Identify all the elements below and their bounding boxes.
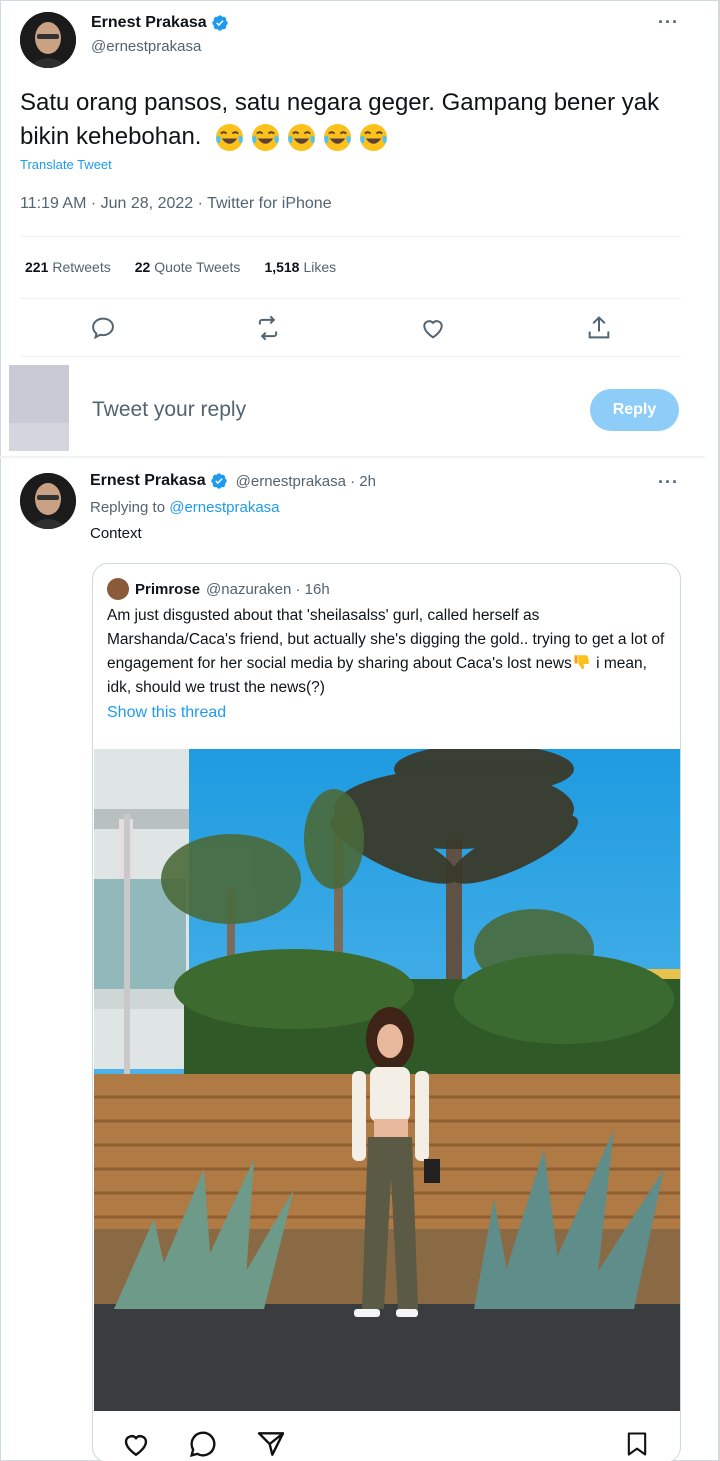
more-options-icon[interactable]: ··· — [658, 472, 679, 493]
quotes-count: 22 — [134, 259, 151, 275]
quote-tweets-stat[interactable]: 22 Quote Tweets — [135, 259, 241, 275]
likes-count: 1,518 — [264, 259, 300, 275]
verified-badge-icon — [210, 473, 227, 489]
current-user-avatar — [9, 365, 69, 451]
face-with-tears-of-joy-icon — [360, 124, 388, 152]
more-options-icon[interactable]: ··· — [658, 12, 679, 33]
retweets-count: 221 — [25, 259, 49, 275]
quoted-photo-actions — [93, 1424, 680, 1461]
quoted-photo[interactable] — [94, 749, 680, 1411]
face-with-tears-of-joy-icon — [216, 124, 244, 152]
retweet-icon[interactable] — [254, 314, 282, 342]
send-icon[interactable] — [255, 1428, 287, 1460]
reply-button[interactable]: Reply — [590, 389, 679, 431]
quoted-author-handle[interactable]: @nazuraken · 16h — [206, 581, 330, 598]
share-icon[interactable] — [585, 314, 613, 342]
divider — [20, 298, 682, 299]
quotes-label: Quote Tweets — [154, 259, 241, 275]
comment-icon[interactable] — [187, 1428, 219, 1460]
quoted-post-card[interactable]: Primrose @nazuraken · 16h Am just disgus… — [92, 563, 681, 1461]
reply-composer: Tweet your reply Reply — [0, 360, 700, 456]
heart-icon[interactable] — [118, 1428, 154, 1460]
replying-to-label: Replying to — [90, 499, 166, 516]
divider — [0, 456, 705, 458]
face-with-tears-of-joy-icon — [288, 124, 316, 152]
divider — [20, 236, 682, 237]
tweet-text: Satu orang pansos, satu negara geger. Ga… — [20, 86, 690, 154]
tweet-stats: 221 Retweets 22 Quote Tweets 1,518 Likes — [25, 259, 336, 275]
author-handle[interactable]: @ernestprakasa — [91, 38, 201, 55]
author-name-text[interactable]: Ernest Prakasa — [91, 14, 207, 32]
translate-tweet-link[interactable]: Translate Tweet — [20, 157, 112, 172]
reply-header: Ernest Prakasa @ernestprakasa · 2h — [90, 472, 376, 490]
reply-author-handle[interactable]: @ernestprakasa · 2h — [236, 473, 376, 490]
replying-to-handle-link[interactable]: @ernestprakasa — [169, 499, 279, 516]
retweets-stat[interactable]: 221 Retweets — [25, 259, 111, 275]
reply-icon[interactable] — [89, 314, 117, 342]
quoted-header: Primrose @nazuraken · 16h — [107, 578, 330, 600]
reply-text: Context — [90, 525, 142, 542]
quoted-text: Am just disgusted about that 'sheilasals… — [107, 604, 667, 700]
bookmark-icon[interactable] — [623, 1428, 651, 1460]
emoji-group — [214, 122, 389, 153]
tweet-actions — [0, 312, 700, 344]
verified-badge-icon — [211, 15, 228, 31]
likes-label: Likes — [303, 259, 337, 275]
author-avatar[interactable] — [20, 12, 76, 68]
face-with-tears-of-joy-icon — [252, 124, 280, 152]
quoted-author-name[interactable]: Primrose — [135, 581, 200, 598]
likes-stat[interactable]: 1,518 Likes — [264, 259, 336, 275]
author-name[interactable]: Ernest Prakasa — [91, 14, 229, 32]
divider — [20, 356, 682, 357]
replying-to: Replying to @ernestprakasa — [90, 499, 280, 516]
tweet-timestamp[interactable]: 11:19 AM · Jun 28, 2022 · Twitter for iP… — [20, 195, 332, 213]
reply-input[interactable]: Tweet your reply — [92, 398, 246, 422]
quoted-author-avatar[interactable] — [107, 578, 129, 600]
reply-author-name[interactable]: Ernest Prakasa — [90, 472, 206, 490]
reply-author-avatar[interactable] — [20, 473, 76, 529]
show-thread-link[interactable]: Show this thread — [107, 704, 226, 722]
face-with-tears-of-joy-icon — [324, 124, 352, 152]
retweets-label: Retweets — [52, 259, 111, 275]
thumbs-down-icon — [574, 655, 589, 670]
like-icon[interactable] — [419, 314, 447, 342]
